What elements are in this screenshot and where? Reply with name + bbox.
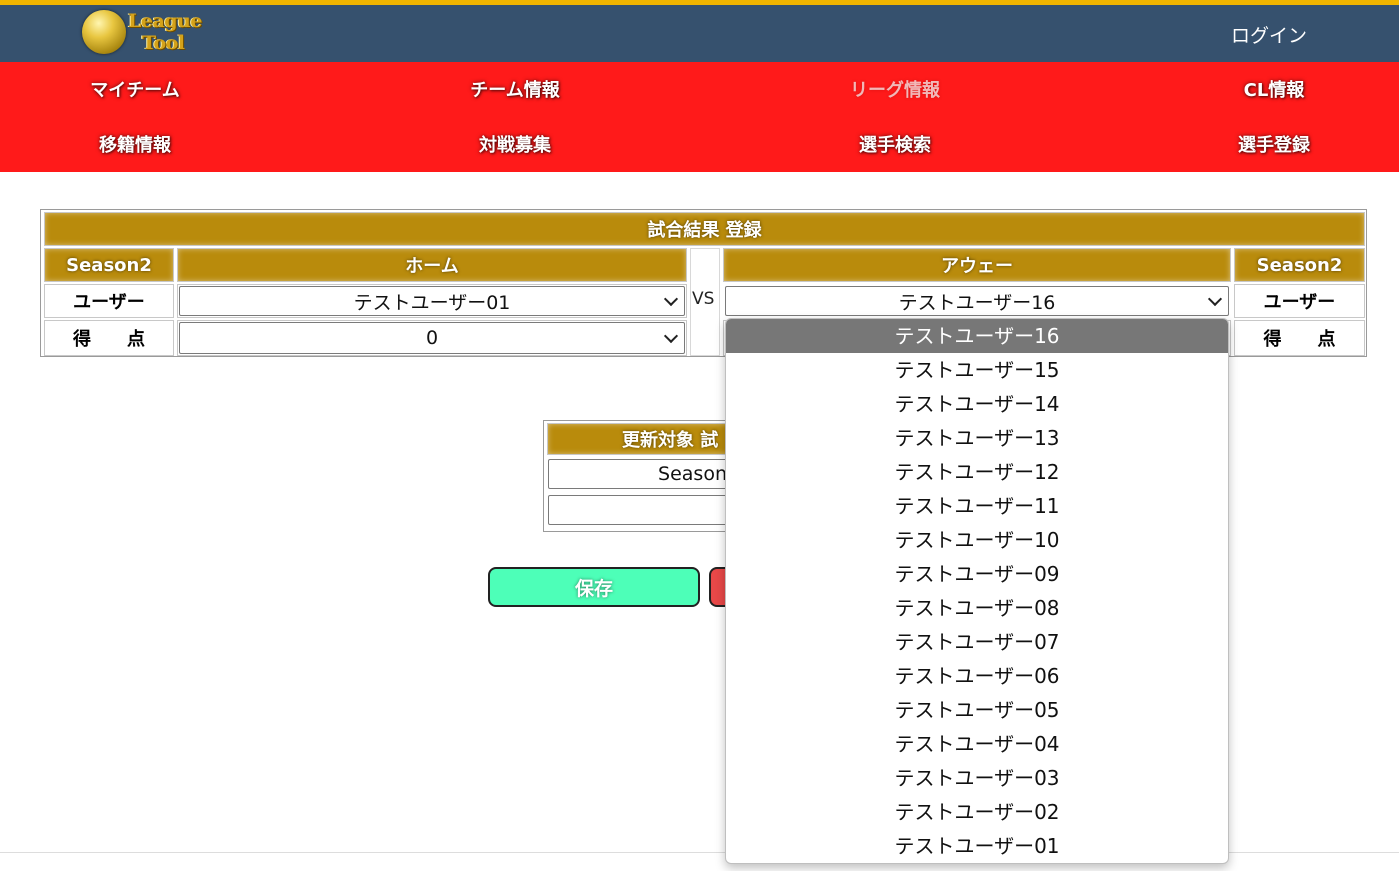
season-label-right: Season2 — [1234, 248, 1365, 282]
update-match-select[interactable] — [548, 495, 742, 525]
dropdown-option[interactable]: テストユーザー14 — [726, 387, 1228, 421]
update-target-header: 更新対象 試 — [547, 423, 741, 455]
chevron-down-icon — [663, 291, 679, 307]
dropdown-option[interactable]: テストユーザー06 — [726, 659, 1228, 693]
vs-label: VS — [692, 289, 715, 309]
dropdown-option[interactable]: テストユーザー04 — [726, 727, 1228, 761]
chevron-down-icon — [663, 328, 679, 344]
logo-text: League Tool — [128, 10, 202, 54]
nav-team-info[interactable]: チーム情報 — [325, 76, 705, 102]
nav-transfer-info[interactable]: 移籍情報 — [0, 131, 325, 157]
update-season-value: Season — [658, 463, 727, 485]
dropdown-option[interactable]: テストユーザー01 — [726, 829, 1228, 863]
home-score-value: 0 — [425, 327, 439, 349]
away-user-value: テストユーザー16 — [898, 291, 1056, 314]
nav-cl-info[interactable]: CL情報 — [1084, 76, 1399, 102]
dropdown-option[interactable]: テストユーザー09 — [726, 557, 1228, 591]
dropdown-option[interactable]: テストユーザー02 — [726, 795, 1228, 829]
user-label-right: ユーザー — [1234, 284, 1365, 318]
home-user-value: テストユーザー01 — [353, 291, 511, 314]
main-nav: マイチーム チーム情報 リーグ情報 CL情報 移籍情報 対戦募集 選手検索 選手… — [0, 62, 1399, 172]
dropdown-option[interactable]: テストユーザー12 — [726, 455, 1228, 489]
nav-match-recruit[interactable]: 対戦募集 — [325, 131, 705, 157]
update-target-box: 更新対象 試 Season — [543, 420, 743, 532]
nav-player-search[interactable]: 選手検索 — [705, 131, 1085, 157]
dropdown-option[interactable]: テストユーザー08 — [726, 591, 1228, 625]
dropdown-option[interactable]: テストユーザー05 — [726, 693, 1228, 727]
dropdown-option[interactable]: テストユーザー11 — [726, 489, 1228, 523]
dropdown-option[interactable]: テストユーザー10 — [726, 523, 1228, 557]
dropdown-option[interactable]: テストユーザー13 — [726, 421, 1228, 455]
home-header: ホーム — [177, 248, 687, 282]
match-title: 試合結果 登録 — [44, 212, 1365, 246]
save-button[interactable]: 保存 — [488, 567, 700, 607]
user-label-left: ユーザー — [44, 284, 174, 318]
home-score-select[interactable]: 0 — [179, 322, 685, 354]
chevron-down-icon — [1207, 291, 1223, 307]
nav-league-info[interactable]: リーグ情報 — [705, 76, 1085, 102]
league-tool-logo[interactable]: League Tool — [80, 8, 220, 60]
score-label-left: 得 点 — [44, 320, 174, 356]
away-header: アウェー — [723, 248, 1231, 282]
dropdown-option[interactable]: テストユーザー15 — [726, 353, 1228, 387]
away-user-select[interactable]: テストユーザー16 — [725, 286, 1229, 316]
season-label-left: Season2 — [44, 248, 174, 282]
top-header: League Tool ログイン — [0, 0, 1399, 62]
nav-my-team[interactable]: マイチーム — [0, 76, 325, 102]
nav-player-register[interactable]: 選手登録 — [1084, 131, 1399, 157]
dropdown-option[interactable]: テストユーザー03 — [726, 761, 1228, 795]
home-user-select[interactable]: テストユーザー01 — [179, 286, 685, 316]
update-season-select[interactable]: Season — [548, 459, 742, 489]
login-link[interactable]: ログイン — [1231, 21, 1307, 48]
soccer-ball-icon — [82, 10, 126, 54]
dropdown-option[interactable]: テストユーザー16 — [726, 319, 1228, 353]
away-user-dropdown-list[interactable]: テストユーザー16 テストユーザー15 テストユーザー14 テストユーザー13 … — [725, 318, 1229, 864]
dropdown-option[interactable]: テストユーザー07 — [726, 625, 1228, 659]
score-label-right: 得 点 — [1234, 320, 1365, 356]
